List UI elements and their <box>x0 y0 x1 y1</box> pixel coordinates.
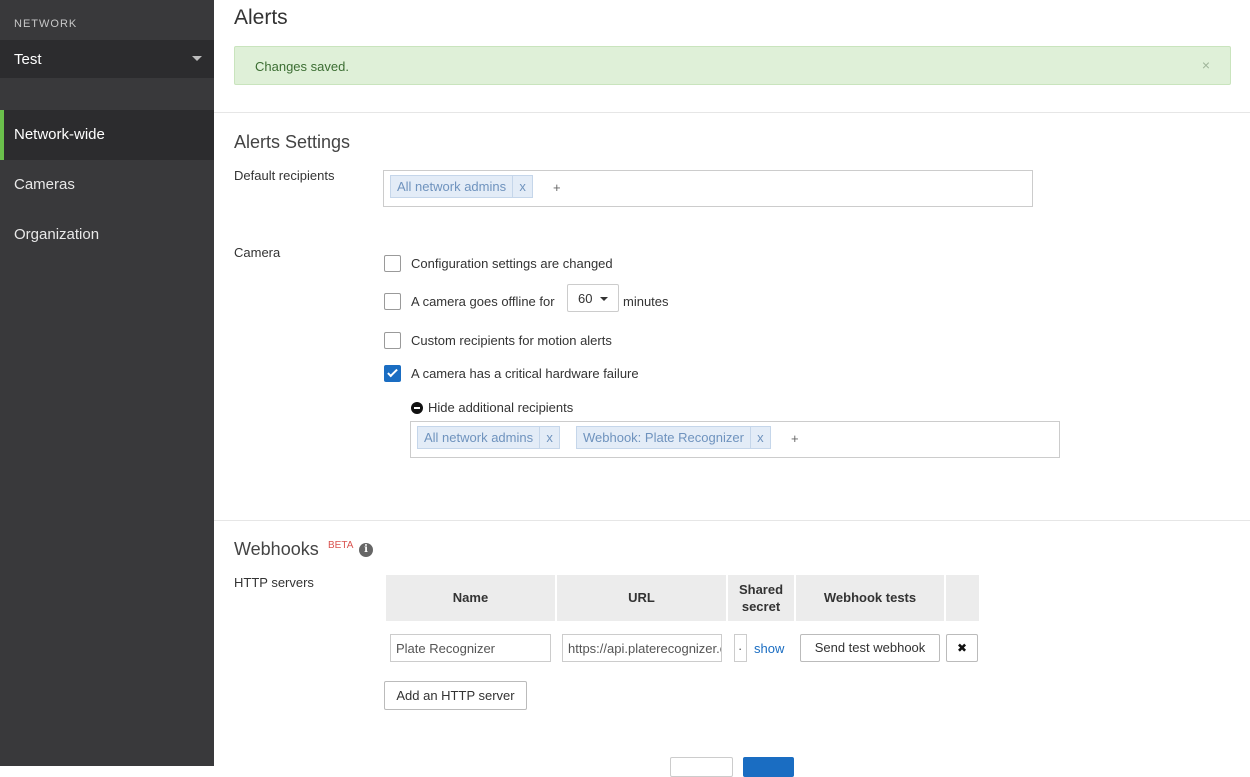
config-changed-checkbox[interactable] <box>384 255 401 272</box>
column-header-label: secret <box>741 599 781 614</box>
success-alert: Changes saved. × <box>234 46 1231 85</box>
beta-badge: BETA <box>328 540 354 551</box>
camera-offline-checkbox[interactable] <box>384 293 401 310</box>
send-test-webhook-button[interactable]: Send test webhook <box>800 634 940 662</box>
nav-item-cameras[interactable]: Cameras <box>0 160 214 210</box>
column-header-tests: Webhook tests <box>796 575 944 621</box>
add-recipient-icon[interactable]: + <box>553 180 561 195</box>
alerts-settings-title: Alerts Settings <box>234 132 351 152</box>
divider <box>214 520 1250 521</box>
divider <box>214 112 1250 113</box>
option-label: Configuration settings are changed <box>411 256 613 271</box>
page-title: Alerts <box>234 6 288 29</box>
offline-minutes-value: 60 <box>578 291 593 306</box>
hide-recipients-link[interactable]: Hide additional recipients <box>428 400 573 415</box>
remove-token-icon[interactable]: x <box>539 427 559 448</box>
option-label: A camera has a critical hardware failure <box>411 366 639 381</box>
recipient-token-label: All network admins <box>424 430 534 445</box>
show-secret-link[interactable]: show <box>754 641 784 656</box>
column-header-secret: Shared secret <box>728 575 794 621</box>
hardware-failure-checkbox[interactable] <box>384 365 401 382</box>
minutes-suffix: minutes <box>623 294 669 309</box>
remove-token-icon[interactable]: x <box>749 427 770 448</box>
nav-item-network-wide[interactable]: Network-wide <box>0 110 214 160</box>
offline-minutes-select[interactable]: 60 <box>567 284 619 312</box>
option-custom-motion: Custom recipients for motion alerts <box>384 332 884 352</box>
add-http-server-button[interactable]: Add an HTTP server <box>384 681 527 710</box>
camera-label: Camera <box>234 245 281 260</box>
add-recipient-icon[interactable]: + <box>791 431 799 446</box>
http-servers-label: HTTP servers <box>234 575 314 590</box>
additional-recipients-input[interactable]: All network admins x Webhook: Plate Recog… <box>410 421 1060 458</box>
webhooks-title: Webhooks <box>234 539 319 559</box>
sidebar: NETWORK Test Network-wide Cameras Organi… <box>0 0 214 766</box>
webhook-secret-field[interactable]: · <box>734 634 747 662</box>
success-message: Changes saved. <box>255 59 349 74</box>
caret-down-icon <box>192 56 202 61</box>
nav-item-label: Cameras <box>14 176 75 193</box>
option-config-changed: Configuration settings are changed <box>384 255 884 275</box>
info-icon[interactable]: i <box>359 543 373 557</box>
column-header-url: URL <box>557 575 726 621</box>
remove-token-icon[interactable]: x <box>512 176 532 197</box>
default-recipients-label: Default recipients <box>234 168 335 183</box>
custom-motion-checkbox[interactable] <box>384 332 401 349</box>
column-header-label: Shared <box>738 582 784 597</box>
column-header-label: Name <box>452 590 489 605</box>
default-recipients-input[interactable]: All network admins x + <box>383 170 1033 207</box>
nav-item-organization[interactable]: Organization <box>0 210 214 260</box>
column-header-label: URL <box>628 590 655 605</box>
network-dropdown[interactable]: Test <box>0 40 214 78</box>
nav-item-label: Network-wide <box>14 126 105 143</box>
checkmark-icon <box>387 366 398 378</box>
column-header-label: Webhook tests <box>823 590 917 605</box>
caret-down-icon <box>600 297 608 301</box>
option-hardware-failure: A camera has a critical hardware failure <box>384 365 884 385</box>
minus-circle-icon[interactable] <box>411 402 423 414</box>
column-header-actions <box>946 575 979 621</box>
delete-webhook-button[interactable]: ✖ <box>946 634 978 662</box>
option-camera-offline: A camera goes offline for 60 minutes <box>384 284 884 313</box>
option-label: Custom recipients for motion alerts <box>411 333 612 348</box>
recipient-token: All network admins x <box>417 426 561 449</box>
webhook-url-field[interactable]: https://api.platerecognizer.com/v1/webho… <box>562 634 722 662</box>
recipient-token: All network admins x <box>390 175 534 198</box>
webhook-name-field[interactable]: Plate Recognizer <box>390 634 551 662</box>
option-label: A camera goes offline for <box>411 294 555 309</box>
save-button[interactable] <box>743 757 794 777</box>
recipient-token-label: All network admins <box>397 179 507 194</box>
recipient-token-label: Webhook: Plate Recognizer <box>583 430 744 445</box>
nav-item-label: Organization <box>14 226 100 243</box>
cancel-button[interactable] <box>670 757 733 777</box>
main-content: Alerts Changes saved. × Alerts Settings … <box>214 0 1250 777</box>
network-dropdown-value: Test <box>14 51 42 68</box>
close-icon[interactable]: × <box>1202 57 1210 73</box>
column-header-name: Name <box>386 575 555 621</box>
network-label: NETWORK <box>14 18 78 30</box>
recipient-token: Webhook: Plate Recognizer x <box>576 426 771 449</box>
